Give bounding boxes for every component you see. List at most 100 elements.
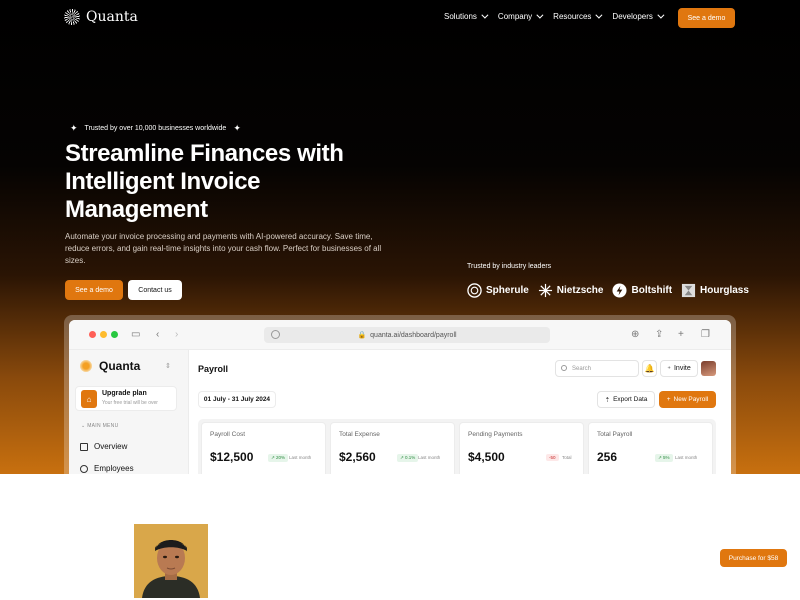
app-brand-name: Quanta — [99, 359, 141, 373]
nav-label: Company — [497, 12, 533, 21]
nietzsche-icon — [538, 283, 552, 298]
brand-logo[interactable]: Quanta — [64, 9, 138, 25]
tabs-overview-icon[interactable]: ❐ — [701, 329, 710, 340]
kpi-card-payroll-cost: Payroll Cost $12,500 ↗ 20% Last month — [201, 422, 326, 474]
partner-name: Nietzsche — [556, 285, 604, 296]
nav-resources[interactable]: Resources — [553, 11, 603, 21]
search-icon — [561, 365, 567, 371]
chevron-down-icon — [481, 11, 489, 19]
app-logo-icon — [79, 359, 93, 373]
purchase-button[interactable]: Purchase for $58 — [720, 549, 787, 567]
notification-bell-icon[interactable]: 🔔 — [642, 360, 657, 377]
workspace-switch-icon[interactable]: ⇕ — [165, 362, 171, 370]
kpi-value: $4,500 — [468, 450, 505, 464]
nav-label: Resources — [553, 12, 592, 21]
app-main: Payroll Search 🔔 ⁺ Invite 01 July - 31 J… — [189, 350, 731, 474]
date-range-picker[interactable]: 01 July - 31 July 2024 — [198, 391, 276, 408]
avatar[interactable] — [701, 361, 716, 376]
partner-name: Hourglass — [700, 285, 749, 296]
building-icon — [80, 442, 88, 451]
partner-logo-hourglass: Hourglass — [681, 283, 749, 298]
hero-subtext: Automate your invoice processing and pay… — [65, 232, 382, 265]
export-data-button[interactable]: ⇡ Export Data — [597, 391, 655, 408]
partner-logos: Spherule Nietzsche Boltshift Hourglass — [467, 283, 749, 298]
invite-button[interactable]: ⁺ Invite — [660, 360, 698, 377]
brand-name: Quanta — [86, 9, 138, 25]
maximize-window-icon[interactable] — [111, 331, 118, 338]
nav-demo-button[interactable]: See a demo — [678, 8, 735, 28]
chevron-down-icon — [595, 11, 603, 19]
kpi-value: $2,560 — [339, 450, 376, 464]
hero-section: Quanta Solutions Company Resources Devel… — [0, 0, 800, 474]
search-input[interactable]: Search — [555, 360, 639, 377]
sidebar-item-label: Overview — [94, 442, 128, 451]
nav-label: Developers — [612, 12, 653, 21]
nav-solutions[interactable]: Solutions — [444, 11, 489, 21]
close-window-icon[interactable] — [89, 331, 96, 338]
sunburst-logo-icon — [64, 9, 80, 25]
download-icon[interactable]: ⊕ — [631, 329, 639, 340]
sparkle-icon: ✦ — [233, 123, 241, 133]
share-icon[interactable]: ⇪ — [655, 329, 663, 340]
page-title: Payroll — [198, 364, 229, 374]
sidebar-item-overview[interactable]: Overview — [80, 442, 127, 451]
new-payroll-button[interactable]: + New Payroll — [659, 391, 716, 408]
sidebar-item-employees[interactable]: Employees — [80, 464, 134, 473]
app-preview: ▭ ‹ › 🔒 quanta.ai/dashboard/payroll ⊕ ⇪ … — [69, 320, 731, 474]
upgrade-plan-card[interactable]: ⌂ Upgrade plan Your free trial will be o… — [75, 386, 177, 411]
hourglass-icon — [681, 283, 696, 298]
back-icon[interactable]: ‹ — [156, 329, 159, 340]
app-brand[interactable]: Quanta ⇕ — [79, 359, 171, 373]
partner-name: Boltshift — [631, 285, 673, 296]
partner-logo-nietzsche: Nietzsche — [538, 283, 604, 298]
spherule-icon — [467, 283, 482, 298]
search-placeholder: Search — [572, 365, 592, 372]
nav-company[interactable]: Company — [497, 11, 544, 21]
kpi-change-text: 0.1% — [405, 455, 416, 460]
kpi-change-badge: ↗ 5% — [655, 454, 673, 462]
kpi-card-total-expense: Total Expense $2,560 ↗ 0.1% Last month — [330, 422, 455, 474]
plus-icon: + — [666, 396, 671, 403]
users-icon — [80, 464, 88, 473]
kpi-card-pending-payments: Pending Payments $4,500 -50 Total — [459, 422, 584, 474]
kpi-card-total-payroll: Total Payroll 256 ↗ 5% Last month — [588, 422, 713, 474]
sidebar-toggle-icon[interactable]: ▭ — [131, 329, 140, 340]
nav-developers[interactable]: Developers — [612, 11, 665, 21]
sidebar-item-label: Employees — [94, 464, 134, 473]
kpi-label: Payroll Cost — [210, 431, 246, 438]
kpi-label: Total Payroll — [597, 431, 633, 438]
app-sidebar: Quanta ⇕ ⌂ Upgrade plan Your free trial … — [69, 350, 189, 474]
address-bar[interactable]: 🔒 quanta.ai/dashboard/payroll — [264, 327, 550, 343]
person-portrait-image — [134, 524, 208, 598]
person-photo — [134, 524, 208, 598]
contact-us-button[interactable]: Contact us — [128, 280, 182, 300]
hero-demo-button[interactable]: See a demo — [65, 280, 123, 300]
bolt-icon — [612, 283, 628, 298]
kpi-note: Last month — [289, 455, 312, 460]
kpi-label: Total Expense — [339, 431, 380, 438]
kpi-change-text: 20% — [276, 455, 286, 460]
kpi-value: $12,500 — [210, 450, 254, 464]
kpi-value: 256 — [597, 450, 618, 464]
invite-label: Invite — [673, 365, 691, 372]
forward-icon[interactable]: › — [175, 329, 178, 340]
kpi-label: Pending Payments — [468, 431, 523, 438]
hero-headline: Streamline Finances with Intelligent Inv… — [65, 140, 344, 223]
site-settings-icon[interactable] — [271, 330, 280, 339]
kpi-note: Total — [562, 455, 572, 460]
upgrade-title: Upgrade plan — [102, 390, 147, 397]
partner-name: Spherule — [486, 285, 529, 296]
chevron-down-icon — [536, 11, 544, 19]
browser-titlebar: ▭ ‹ › 🔒 quanta.ai/dashboard/payroll ⊕ ⇪ … — [69, 320, 731, 350]
upgrade-icon: ⌂ — [81, 390, 97, 408]
new-tab-icon[interactable]: + — [678, 329, 684, 340]
export-label: Export Data — [613, 396, 648, 403]
kpi-change-badge: ↗ 20% — [268, 454, 289, 462]
main-nav: Solutions Company Resources Developers — [444, 11, 665, 21]
kpi-note: Last month — [418, 455, 441, 460]
minimize-window-icon[interactable] — [100, 331, 107, 338]
kpi-cards: Payroll Cost $12,500 ↗ 20% Last month To… — [198, 419, 716, 474]
main-menu-label: ⌄ MAIN MENU — [81, 423, 119, 429]
lock-icon: 🔒 — [357, 332, 367, 339]
trust-badge: ✦ Trusted by over 10,000 businesses worl… — [70, 123, 241, 134]
